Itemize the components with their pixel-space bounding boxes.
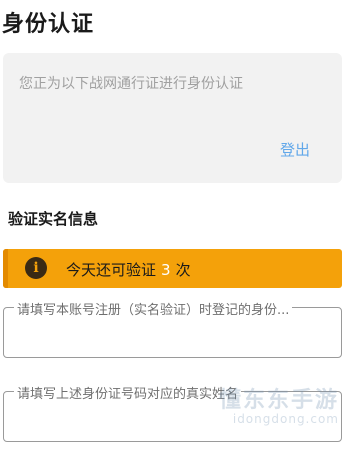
notice-accent-stripe [3,249,8,288]
notice-text: 今天还可验证 3 次 [66,259,191,280]
account-info-message: 您正为以下战网通行证进行身份认证 [19,76,243,92]
real-name-field-label: 请填写上述身份证号码对应的真实姓名 [14,383,242,402]
verification-attempts-notice: i 今天还可验证 3 次 [3,249,342,288]
account-info-card: 您正为以下战网通行证进行身份认证 登出 [3,53,342,183]
identity-verification-page: 身份认证 您正为以下战网通行证进行身份认证 登出 验证实名信息 i 今天还可验证… [0,0,345,454]
id-number-field-label: 请填写本账号注册（实名验证）时登记的身份... [14,299,293,318]
logout-link[interactable]: 登出 [280,139,310,160]
notice-suffix: 次 [175,261,191,279]
section-title: 验证实名信息 [8,210,99,228]
id-number-field[interactable]: 请填写本账号注册（实名验证）时登记的身份... [3,299,342,358]
real-name-field[interactable]: 请填写上述身份证号码对应的真实姓名 [3,383,342,442]
real-name-input[interactable] [16,408,330,432]
notice-count: 3 [161,261,171,279]
page-title: 身份认证 [2,12,95,37]
info-icon: i [25,257,47,279]
notice-prefix: 今天还可验证 [66,261,157,279]
id-number-input[interactable] [16,324,330,348]
